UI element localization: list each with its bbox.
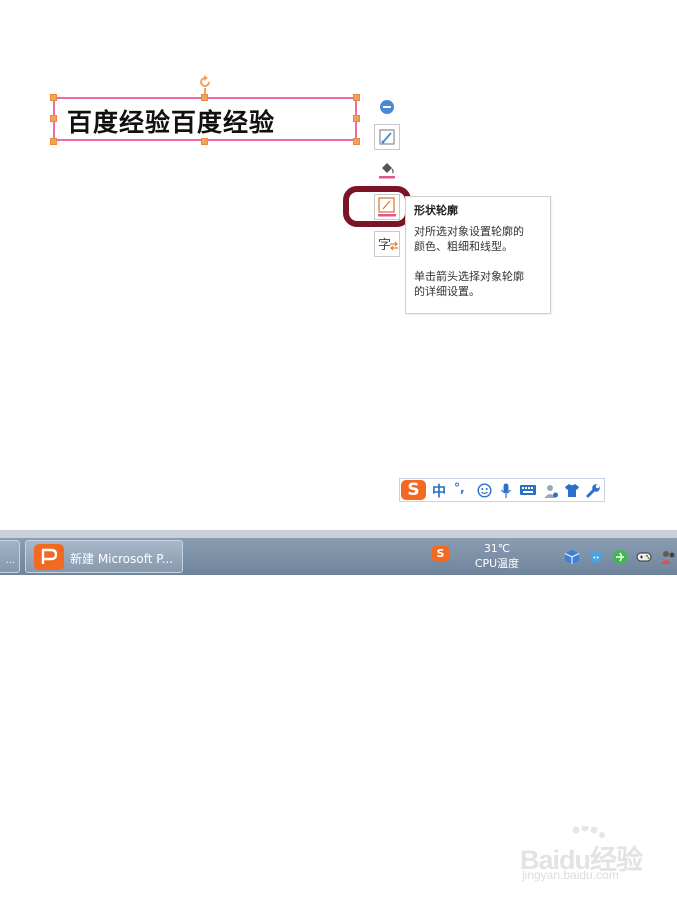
shape-style-icon <box>379 129 395 145</box>
taskbar-item-previous[interactable]: ... <box>0 540 20 573</box>
browser-tray-icon[interactable] <box>612 549 628 565</box>
ime-toolbar[interactable]: S 中 °, <box>399 478 605 502</box>
shape-style-button[interactable] <box>374 124 400 150</box>
resize-handle-ml[interactable] <box>50 115 57 122</box>
ime-punctuation-toggle[interactable]: °, <box>454 481 465 495</box>
users-tray-icon[interactable] <box>660 549 676 565</box>
resize-handle-bm[interactable] <box>201 138 208 145</box>
shirt-icon[interactable] <box>564 483 580 498</box>
tooltip-line: 的详细设置。 <box>414 285 480 298</box>
text-format-button[interactable]: 字 <box>374 231 400 257</box>
text-box[interactable]: 百度经验百度经验 <box>53 97 357 141</box>
taskbar-item-presentation[interactable]: 新建 Microsoft P... <box>25 540 183 573</box>
fill-bucket-icon <box>379 163 395 179</box>
tooltip-line: 颜色、粗细和线型。 <box>414 240 513 253</box>
tooltip-title: 形状轮廓 <box>414 204 458 217</box>
user-icon[interactable] <box>543 483 559 499</box>
mic-icon[interactable] <box>500 483 512 499</box>
tooltip-line: 对所选对象设置轮廓的 <box>414 225 524 238</box>
shape-outline-tooltip: 形状轮廓 对所选对象设置轮廓的 颜色、粗细和线型。 单击箭头选择对象轮廓 的详细… <box>405 196 551 314</box>
collapse-minus-icon[interactable] <box>380 100 394 114</box>
keyboard-icon[interactable] <box>519 483 537 497</box>
gamepad-tray-icon[interactable] <box>636 549 652 565</box>
resize-handle-br[interactable] <box>353 138 360 145</box>
taskbar-item-label: 新建 Microsoft P... <box>70 552 174 566</box>
wrench-icon[interactable] <box>586 483 601 498</box>
swap-arrow-icon <box>390 241 398 251</box>
sogou-logo-icon[interactable]: S <box>401 480 426 500</box>
fill-button[interactable] <box>376 158 398 182</box>
taskbar-edge <box>0 530 677 538</box>
highlight-circle <box>343 186 411 227</box>
tooltip-line: 单击箭头选择对象轮廓 <box>414 270 524 283</box>
watermark-url: jingyan.baidu.com <box>522 868 619 882</box>
wps-presentation-icon <box>34 544 64 570</box>
temperature-value: 31℃ <box>483 542 511 555</box>
resize-handle-tm[interactable] <box>201 94 208 101</box>
cpu-temperature[interactable]: 31℃ CPU温度 <box>462 541 532 571</box>
resize-handle-tr[interactable] <box>353 94 360 101</box>
rotate-handle-icon[interactable] <box>198 75 212 89</box>
text-box-content[interactable]: 百度经验百度经验 <box>67 103 275 139</box>
resize-handle-bl[interactable] <box>50 138 57 145</box>
resize-handle-mr[interactable] <box>353 115 360 122</box>
smiley-icon[interactable] <box>477 483 492 498</box>
cube-tray-icon[interactable] <box>564 549 580 565</box>
pet-tray-icon[interactable] <box>588 549 604 565</box>
temperature-label: CPU温度 <box>474 557 520 570</box>
resize-handle-tl[interactable] <box>50 94 57 101</box>
ime-mode-toggle[interactable]: 中 <box>432 481 446 501</box>
sogou-tray-icon[interactable]: S <box>432 546 449 561</box>
